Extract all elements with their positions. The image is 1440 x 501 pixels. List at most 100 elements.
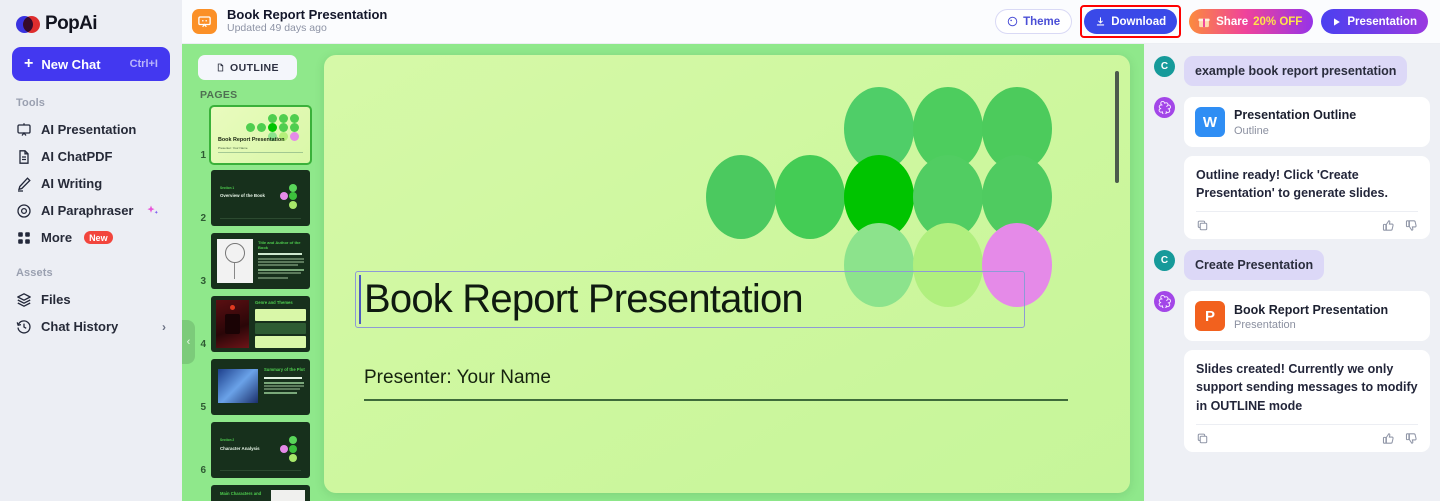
outline-tab-label: OUTLINE — [230, 61, 279, 74]
thumbnail-slide-7[interactable]: Main Characters and — [211, 485, 310, 501]
chat-message-ai: P Book Report Presentation Presentation … — [1154, 291, 1430, 452]
canvas-scrollbar[interactable] — [1115, 71, 1119, 183]
chat-panel: C example book report presentation W Pre… — [1144, 44, 1440, 501]
sidebar-item-more[interactable]: More New — [12, 224, 170, 251]
thumbnail-slide-4[interactable]: Genre and Themes — [211, 296, 310, 352]
thumbnail-slide-3[interactable]: Title and Author of the Book — [211, 233, 310, 289]
download-highlight-annotation: Download — [1080, 5, 1182, 38]
sidebar-item-ai-writing[interactable]: AI Writing — [12, 170, 170, 197]
sidebar-item-chat-history[interactable]: Chat History › — [12, 313, 170, 340]
new-chat-label: New Chat — [41, 56, 101, 72]
list-item[interactable]: 5 Summary of the Plot — [198, 359, 322, 415]
sidebar-item-ai-paraphraser[interactable]: AI Paraphraser — [12, 197, 170, 224]
powerpoint-file-icon: P — [1195, 301, 1225, 332]
card-title: Presentation Outline — [1234, 108, 1357, 123]
gift-icon — [1198, 18, 1210, 27]
list-item[interactable]: 1 Book Report Presentation Presenter: Yo… — [198, 105, 322, 165]
download-icon — [1097, 17, 1105, 26]
thumbnail-number: 6 — [200, 465, 206, 476]
slide-divider — [364, 399, 1068, 401]
sidebar-item-label: Files — [41, 292, 71, 307]
decor-circle — [775, 155, 845, 239]
presentation-icon — [192, 9, 217, 34]
slide-canvas-area: Book Report Presentation Presenter: Your… — [322, 44, 1144, 501]
palette-icon — [1007, 16, 1018, 27]
pencil-icon — [18, 176, 31, 192]
thumbnail-slide-1[interactable]: Book Report Presentation Presenter: Your… — [209, 105, 312, 165]
tools-section-label: Tools — [16, 97, 46, 109]
slide-title[interactable]: Book Report Presentation — [364, 277, 804, 322]
list-item[interactable]: 2 Section 1 Overview of the Book — [198, 170, 322, 226]
thumbnail-slide-6[interactable]: Section 2 Character Analysis — [211, 422, 310, 478]
list-item[interactable]: 3 Title and Author of the Book — [198, 233, 322, 289]
tab-outline[interactable]: OUTLINE — [198, 55, 297, 80]
theme-button[interactable]: Theme — [995, 9, 1073, 34]
slide-canvas[interactable]: Book Report Presentation Presenter: Your… — [324, 55, 1130, 493]
chevron-left-icon: ‹ — [186, 336, 191, 348]
openai-swirl-icon — [1158, 101, 1171, 114]
list-item[interactable]: 6 Section 2 Character Analysis — [198, 422, 322, 478]
grid-icon — [18, 231, 30, 244]
thumbs-up-icon[interactable] — [1382, 219, 1395, 232]
thumbnail-title: Title and Author of the Book — [258, 240, 301, 250]
download-button[interactable]: Download — [1084, 9, 1178, 34]
topbar-actions: Theme Download Share 20% OFF Presentatio… — [995, 5, 1428, 38]
sidebar-item-label: AI ChatPDF — [41, 149, 113, 164]
pages-rail: OUTLINE PAGES 1 Book Report Presentation… — [182, 44, 322, 501]
thumbnail-slide-2[interactable]: Section 1 Overview of the Book — [211, 170, 310, 226]
new-chat-shortcut: Ctrl+I — [129, 58, 158, 70]
thumbnail-title: Overview of the Book — [220, 193, 265, 198]
thumbnail-image — [218, 369, 258, 403]
plus-icon: + — [24, 55, 34, 72]
sidebar-item-label: AI Writing — [41, 176, 103, 191]
thumbnail-title: Character Analysis — [220, 446, 260, 451]
list-item[interactable]: 4 Genre and Themes — [198, 296, 322, 352]
attachment-card-outline[interactable]: W Presentation Outline Outline — [1184, 97, 1430, 147]
download-label: Download — [1111, 15, 1167, 28]
pages-label: PAGES — [200, 89, 238, 101]
thumbnail-title: Main Characters and — [220, 491, 262, 496]
workspace: OUTLINE PAGES 1 Book Report Presentation… — [182, 44, 1440, 501]
sidebar-item-label: More — [41, 230, 73, 245]
collapse-pages-panel-button[interactable]: ‹ — [182, 320, 195, 364]
thumbs-down-icon[interactable] — [1405, 219, 1418, 232]
message-actions — [1196, 423, 1418, 452]
sidebar-item-label: AI Paraphraser — [41, 203, 134, 218]
copy-icon[interactable] — [1196, 219, 1209, 232]
ai-avatar — [1154, 291, 1175, 313]
avatar: C — [1154, 56, 1175, 77]
thumbnail-image — [217, 239, 253, 283]
card-subtitle: Presentation — [1234, 318, 1296, 331]
status-badge: New — [84, 231, 113, 244]
theme-label: Theme — [1023, 15, 1061, 28]
presentation-button[interactable]: Presentation — [1321, 9, 1428, 34]
presentation-icon — [17, 122, 31, 136]
document-icon — [19, 149, 29, 164]
thumbnail-slide-5[interactable]: Summary of the Plot — [211, 359, 310, 415]
slide-presenter[interactable]: Presenter: Your Name — [364, 367, 551, 389]
sidebar-item-label: AI Presentation — [41, 122, 137, 137]
share-button[interactable]: Share 20% OFF — [1189, 9, 1314, 34]
thumbnail-title: Genre and Themes — [255, 300, 293, 305]
assets-section-label: Assets — [16, 267, 53, 279]
sidebar-item-files[interactable]: Files — [12, 286, 170, 313]
thumbs-down-icon[interactable] — [1405, 432, 1418, 445]
thumbnail-subtitle: Presenter: Your Name — [218, 146, 248, 150]
copy-icon[interactable] — [1196, 432, 1209, 445]
new-chat-button[interactable]: + New Chat Ctrl+I — [12, 47, 170, 81]
main-column: Book Report Presentation Updated 49 days… — [182, 0, 1440, 501]
thumbs-up-icon[interactable] — [1382, 432, 1395, 445]
chat-message-user: C Create Presentation — [1154, 250, 1430, 281]
chat-bubble: Create Presentation — [1184, 250, 1325, 281]
brand-logo[interactable]: PopAi — [12, 0, 170, 47]
sparkle-icon — [146, 205, 158, 214]
share-offer-label: 20% OFF — [1253, 15, 1303, 28]
chat-message-user: C example book report presentation — [1154, 56, 1430, 86]
list-item[interactable]: 7 Main Characters and — [198, 485, 322, 501]
sidebar-item-ai-chatpdf[interactable]: AI ChatPDF — [12, 143, 170, 170]
presentation-label: Presentation — [1347, 15, 1417, 28]
attachment-card-presentation[interactable]: P Book Report Presentation Presentation — [1184, 291, 1430, 342]
sidebar-item-ai-presentation[interactable]: AI Presentation — [12, 116, 170, 143]
thumbnail-title: Book Report Presentation — [218, 137, 285, 143]
thumbnail-number: 2 — [200, 213, 206, 224]
